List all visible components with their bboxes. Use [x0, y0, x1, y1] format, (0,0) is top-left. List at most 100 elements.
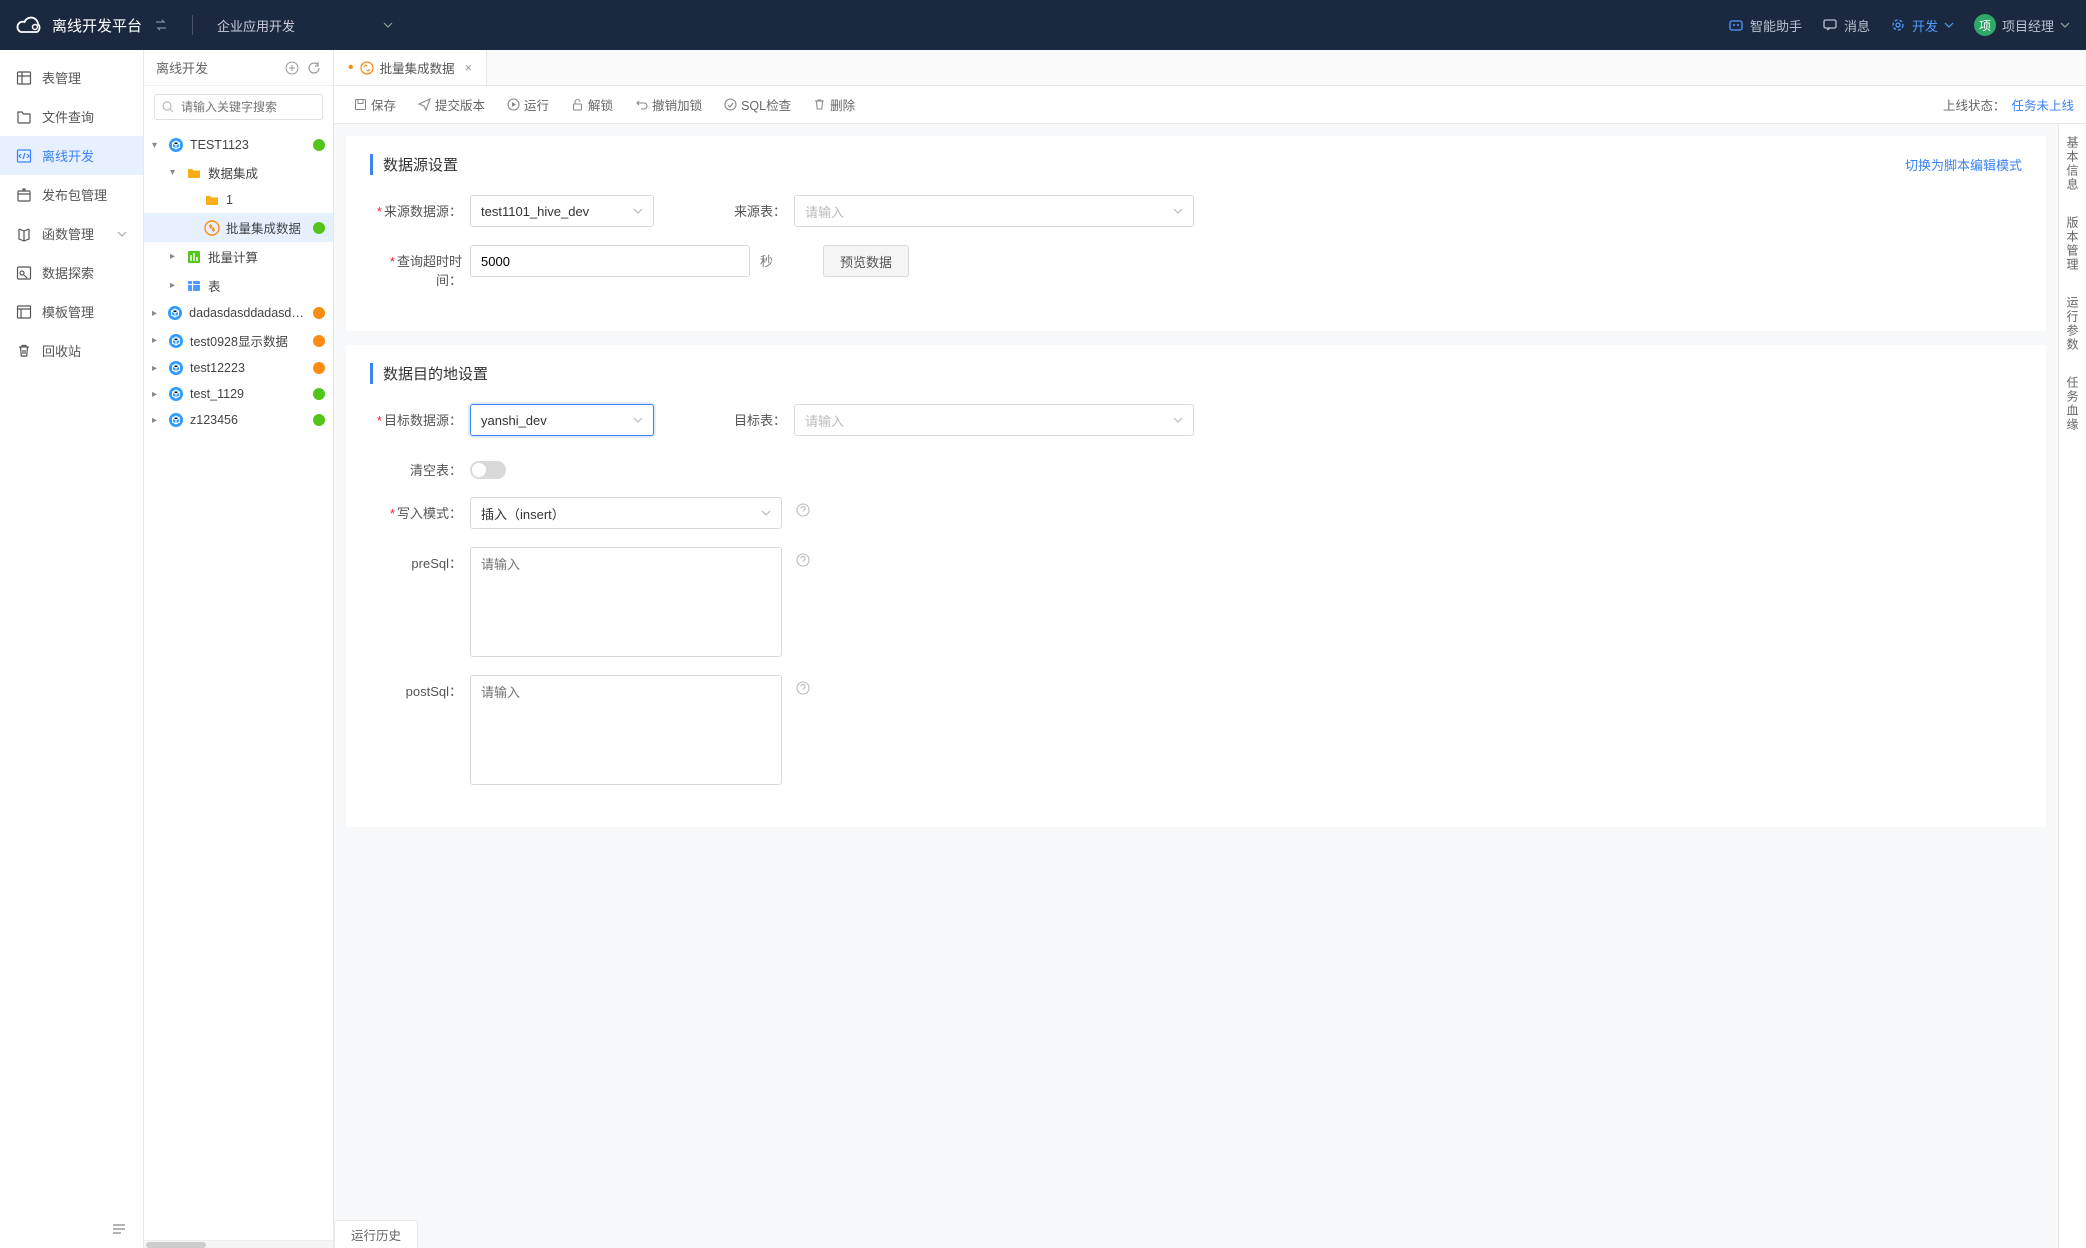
- nav-item-folder[interactable]: 文件查询: [0, 97, 143, 136]
- tree-node[interactable]: ▾TEST1123: [144, 132, 333, 158]
- right-tab[interactable]: 运行参数: [2064, 296, 2081, 352]
- tab-close-button[interactable]: ×: [465, 61, 472, 75]
- user-menu[interactable]: 项 项目经理: [1974, 14, 2070, 36]
- gear-icon: [1890, 17, 1906, 33]
- tree-node[interactable]: ▸test12223: [144, 355, 333, 381]
- nav-item-template[interactable]: 模板管理: [0, 292, 143, 331]
- status-dot-icon: [313, 222, 325, 234]
- trash-icon: [16, 343, 32, 359]
- delete-button[interactable]: 删除: [805, 92, 863, 117]
- help-icon[interactable]: [796, 547, 810, 567]
- chevron-down-icon: [383, 20, 393, 30]
- run-button[interactable]: 运行: [499, 92, 557, 117]
- question-circle-icon: [796, 681, 810, 695]
- preview-data-button[interactable]: 预览数据: [823, 245, 909, 277]
- platform-logo: 离线开发平台: [16, 14, 142, 36]
- collapse-sidebar-button[interactable]: [111, 1222, 127, 1236]
- right-tab[interactable]: 版本管理: [2064, 216, 2081, 272]
- sql-check-button[interactable]: SQL检查: [716, 92, 799, 117]
- tree-node[interactable]: 1: [144, 187, 333, 213]
- right-side-tabs: 基本信息版本管理运行参数任务血缘: [2058, 124, 2086, 1248]
- tree-horizontal-scrollbar[interactable]: [144, 1240, 333, 1248]
- help-icon[interactable]: [796, 497, 810, 517]
- cube-blue-icon: [168, 360, 184, 376]
- caret-right-icon[interactable]: ▸: [152, 389, 162, 400]
- postsql-textarea[interactable]: [470, 675, 782, 785]
- avatar: 项: [1974, 14, 1996, 36]
- caret-right-icon[interactable]: ▸: [152, 335, 162, 346]
- nav-item-package[interactable]: 发布包管理: [0, 175, 143, 214]
- cloud-logo-icon: [16, 14, 44, 36]
- dev-mode-selector[interactable]: 开发: [1890, 16, 1954, 35]
- nav-item-trash[interactable]: 回收站: [0, 331, 143, 370]
- chevron-down-icon: [633, 415, 643, 425]
- refresh-tree-button[interactable]: [307, 61, 321, 75]
- app-header: 离线开发平台 企业应用开发 智能助手 消息 开发: [0, 0, 2086, 50]
- tree-node[interactable]: ▸dadasdasddadasdasdc: [144, 300, 333, 326]
- status-dot-icon: [313, 335, 325, 347]
- tree-node[interactable]: ▸test0928显示数据: [144, 326, 333, 355]
- target-datasource-select[interactable]: yanshi_dev: [470, 404, 654, 436]
- tree-node[interactable]: ▸z123456: [144, 407, 333, 433]
- undo-lock-icon: [635, 98, 648, 111]
- tree-node[interactable]: ▸表: [144, 271, 333, 300]
- help-icon[interactable]: [796, 675, 810, 695]
- unlock-button[interactable]: 解锁: [563, 92, 621, 117]
- send-icon: [418, 98, 431, 111]
- tree-node[interactable]: 批量集成数据: [144, 213, 333, 242]
- timeout-input[interactable]: [470, 245, 750, 277]
- play-icon: [507, 98, 520, 111]
- nav-item-function[interactable]: 函数管理: [0, 214, 143, 253]
- script-mode-link[interactable]: 切换为脚本编辑模式: [1905, 155, 2022, 174]
- add-node-button[interactable]: [285, 61, 299, 75]
- caret-down-icon[interactable]: ▾: [170, 167, 180, 178]
- collapse-icon: [111, 1222, 127, 1236]
- tree-node[interactable]: ▸批量计算: [144, 242, 333, 271]
- chevron-down-icon: [1173, 206, 1183, 216]
- source-datasource-select[interactable]: test1101_hive_dev: [470, 195, 654, 227]
- caret-right-icon[interactable]: ▸: [152, 363, 162, 374]
- caret-down-icon[interactable]: ▾: [152, 140, 162, 151]
- template-icon: [16, 304, 32, 320]
- refresh-icon: [307, 61, 321, 75]
- right-tab[interactable]: 任务血缘: [2064, 376, 2081, 432]
- plus-circle-icon: [285, 61, 299, 75]
- caret-right-icon[interactable]: ▸: [152, 308, 161, 319]
- nav-item-code[interactable]: 离线开发: [0, 136, 143, 175]
- cube-blue-icon: [168, 333, 184, 349]
- tree-node[interactable]: ▾数据集成: [144, 158, 333, 187]
- submit-version-button[interactable]: 提交版本: [410, 92, 493, 117]
- source-table-select[interactable]: 请输入: [794, 195, 1194, 227]
- nav-item-explore[interactable]: 数据探索: [0, 253, 143, 292]
- run-history-tab[interactable]: 运行历史: [334, 1220, 418, 1248]
- status-value-link[interactable]: 任务未上线: [2011, 95, 2074, 114]
- cube-blue-icon: [168, 386, 184, 402]
- code-icon: [16, 148, 32, 164]
- assistant-icon: [1728, 17, 1744, 33]
- right-tab[interactable]: 基本信息: [2064, 136, 2081, 192]
- sync-icon: [360, 61, 374, 75]
- save-button[interactable]: 保存: [346, 92, 404, 117]
- caret-right-icon[interactable]: ▸: [170, 280, 180, 291]
- revoke-lock-button[interactable]: 撤销加锁: [627, 92, 710, 117]
- nav-sidebar: 表管理文件查询离线开发发布包管理函数管理数据探索模板管理回收站: [0, 50, 144, 1248]
- project-selector[interactable]: 企业应用开发: [217, 16, 393, 35]
- swap-icon[interactable]: [154, 18, 168, 32]
- tree-node[interactable]: ▸test_1129: [144, 381, 333, 407]
- messages-link[interactable]: 消息: [1822, 16, 1870, 35]
- target-table-select[interactable]: 请输入: [794, 404, 1194, 436]
- tree-search-input[interactable]: [154, 94, 323, 120]
- caret-right-icon[interactable]: ▸: [152, 415, 162, 426]
- presql-textarea[interactable]: [470, 547, 782, 657]
- caret-right-icon[interactable]: ▸: [170, 251, 180, 262]
- truncate-toggle[interactable]: [470, 461, 506, 479]
- save-icon: [354, 98, 367, 111]
- write-mode-select[interactable]: 插入（insert）: [470, 497, 782, 529]
- folder-orange-icon: [204, 192, 220, 208]
- chevron-down-icon: [1944, 20, 1954, 30]
- nav-item-table[interactable]: 表管理: [0, 58, 143, 97]
- table-icon: [16, 70, 32, 86]
- tab-batch-integration[interactable]: • 批量集成数据 ×: [334, 50, 487, 85]
- assistant-link[interactable]: 智能助手: [1728, 16, 1802, 35]
- search-icon: [162, 101, 174, 113]
